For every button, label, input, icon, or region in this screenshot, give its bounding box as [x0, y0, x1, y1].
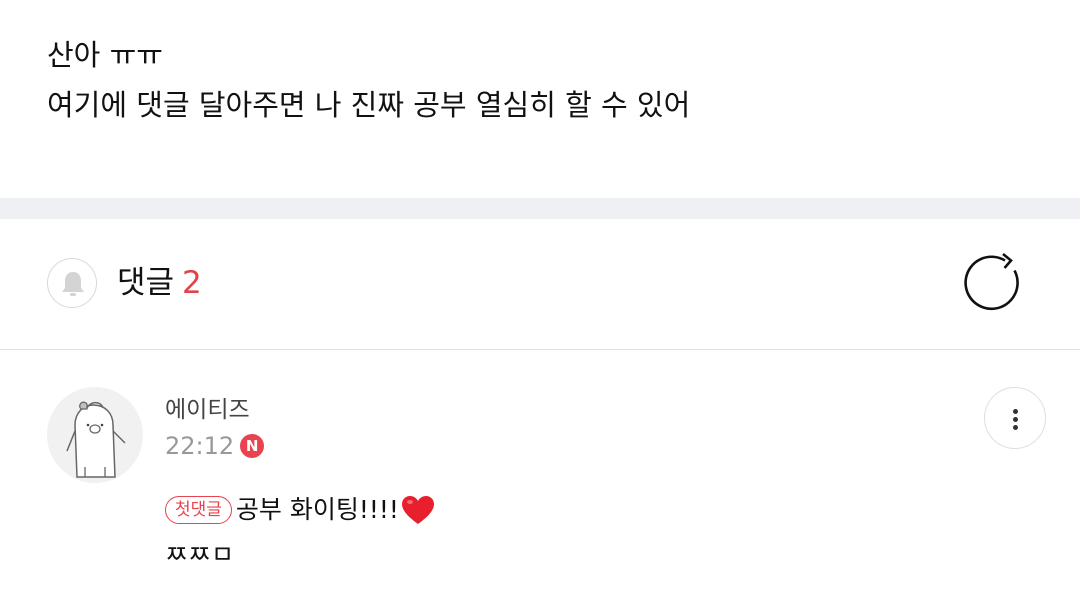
comment-author[interactable]: 에이티즈 [165, 394, 250, 426]
comment-line-1: 공부 화이팅!!!! [235, 495, 399, 524]
more-vertical-icon-dot [1013, 417, 1018, 422]
section-divider [0, 198, 1080, 219]
comments-title-label: 댓글 [117, 265, 175, 301]
bear-character-avatar-icon [66, 401, 126, 478]
heart-icon [401, 496, 434, 524]
bell-icon [62, 272, 84, 296]
comments-title: 댓글 2 [117, 263, 202, 303]
more-vertical-icon-dot [1013, 409, 1018, 414]
comment-item: 에이티즈 22:12 N 첫댓글 공부 화이팅!!!! ㅉㅉㅁ [0, 350, 1080, 589]
comment-line-2: ㅉㅉㅁ [165, 540, 235, 569]
new-badge: N [240, 434, 265, 458]
first-comment-badge: 첫댓글 [165, 496, 232, 524]
comments-header: 댓글 2 [0, 219, 1080, 350]
comment-meta: 22:12 N [165, 430, 265, 462]
comment-text: 첫댓글 공부 화이팅!!!! [165, 490, 435, 530]
comment-time: 22:12 [165, 432, 235, 460]
post-line-1: 산아 ㅠㅠ [47, 38, 163, 72]
comments-count: 2 [182, 265, 202, 301]
more-options-button[interactable] [984, 387, 1046, 449]
post-body: 산아 ㅠㅠ 여기에 댓글 달아주면 나 진짜 공부 열심히 할 수 있어 [47, 30, 1037, 130]
more-vertical-icon-dot [1013, 425, 1018, 430]
notification-bell-button[interactable] [47, 258, 97, 308]
post-line-2: 여기에 댓글 달아주면 나 진짜 공부 열심히 할 수 있어 [47, 88, 691, 122]
refresh-icon[interactable] [963, 251, 1027, 315]
avatar[interactable] [47, 387, 143, 483]
